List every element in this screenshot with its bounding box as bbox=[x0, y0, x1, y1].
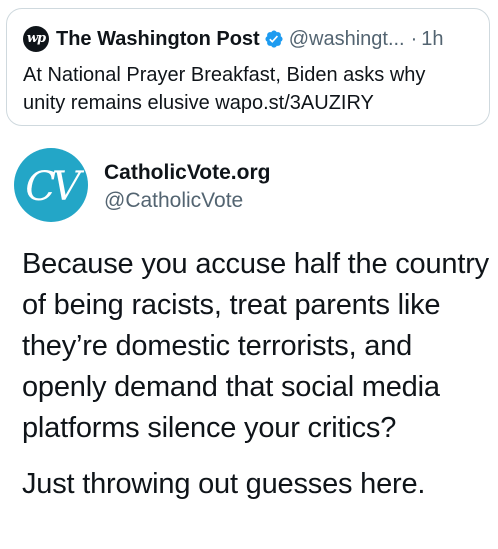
quoted-author-name[interactable]: The Washington Post bbox=[56, 25, 260, 53]
verified-badge-icon bbox=[264, 29, 284, 49]
tweet-text: Because you accuse half the country of b… bbox=[22, 244, 494, 505]
tweet-screenshot: wp The Washington Post @washingt... · 1h… bbox=[0, 0, 498, 549]
catholicvote-logo-icon: CV bbox=[25, 164, 88, 210]
tweet-paragraph: Just throwing out guesses here. bbox=[22, 468, 426, 500]
quoted-tweet-header: wp The Washington Post @washingt... · 1h bbox=[23, 25, 444, 53]
quoted-tweet-text: At National Prayer Breakfast, Biden asks… bbox=[23, 64, 426, 114]
quoted-tweet-time[interactable]: 1h bbox=[421, 25, 443, 53]
washington-post-logo[interactable]: wp bbox=[23, 26, 49, 52]
avatar-monogram: CV bbox=[25, 164, 85, 210]
separator-dot: · bbox=[410, 28, 418, 50]
quoted-author-handle[interactable]: @washingt... bbox=[289, 25, 405, 53]
avatar[interactable]: CV bbox=[14, 148, 88, 222]
tweet-paragraph: Because you accuse half the country of b… bbox=[22, 248, 489, 444]
author-handle[interactable]: @CatholicVote bbox=[104, 188, 243, 214]
author-name[interactable]: CatholicVote.org bbox=[104, 160, 270, 186]
quoted-tweet-card[interactable]: wp The Washington Post @washingt... · 1h… bbox=[6, 8, 490, 126]
